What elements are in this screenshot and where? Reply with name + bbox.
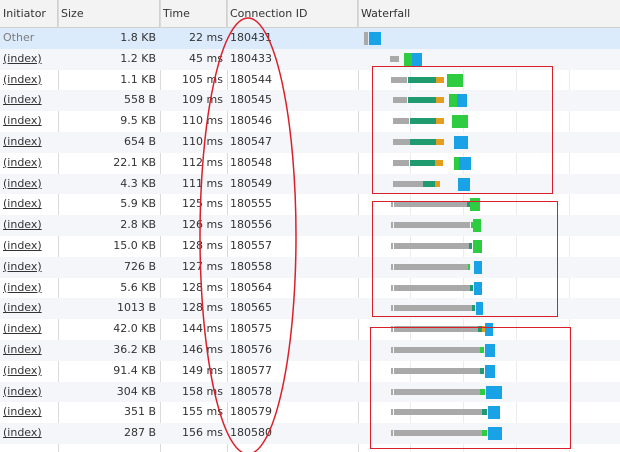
size-cell: 4.3 KB [120, 176, 156, 190]
connection-id-cell: 180558 [230, 259, 272, 273]
initiator-link[interactable]: (index) [0, 298, 58, 319]
initiator-link[interactable]: (index) [0, 361, 58, 382]
size-cell: 9.5 KB [120, 114, 156, 128]
connection-id-cell: 180564 [230, 280, 272, 294]
initiator-link[interactable]: (index) [0, 111, 58, 132]
time-cell: 125 ms [182, 197, 223, 211]
size-cell: 558 B [123, 93, 156, 107]
connection-id-cell: 180547 [230, 134, 272, 148]
initiator-text: Other [3, 31, 35, 44]
time-cell: 22 ms [189, 31, 223, 44]
time-cell: 128 ms [182, 238, 223, 252]
time-cell: 156 ms [182, 426, 223, 440]
time-cell: 127 ms [182, 259, 223, 273]
connection-id-cell: 180549 [230, 176, 272, 190]
size-cell: 36.2 KB [113, 342, 156, 356]
initiator-link[interactable]: (index) [0, 215, 58, 236]
time-cell: 149 ms [182, 363, 223, 377]
waterfall-segment-download [369, 32, 381, 45]
initiator-link[interactable]: (index) [0, 236, 58, 257]
column-header-connection-id[interactable]: Connection ID [227, 0, 358, 27]
size-cell: 5.6 KB [120, 280, 156, 294]
initiator-link[interactable]: (index) [0, 319, 58, 340]
table-header: Initiator Size Time Connection ID Waterf… [0, 0, 620, 28]
size-cell: 91.4 KB [113, 363, 156, 377]
annotation-box-group-1 [372, 66, 553, 194]
initiator-link[interactable]: (index) [0, 257, 58, 278]
size-cell: 5.9 KB [120, 197, 156, 211]
initiator-link[interactable]: (index) [0, 153, 58, 174]
time-cell: 111 ms [182, 176, 223, 190]
time-cell: 155 ms [182, 405, 223, 419]
initiator-link[interactable]: (index) [0, 278, 58, 299]
time-cell: 144 ms [182, 322, 223, 336]
table-row[interactable]: Other 1.8 KB 22 ms 180431 [0, 28, 620, 49]
size-cell: 2.8 KB [120, 218, 156, 232]
time-cell: 126 ms [182, 218, 223, 232]
time-cell: 146 ms [182, 342, 223, 356]
connection-id-cell: 180556 [230, 218, 272, 232]
time-cell: 158 ms [182, 384, 223, 398]
annotation-box-group-3 [370, 327, 571, 449]
time-cell: 105 ms [182, 72, 223, 86]
initiator-link[interactable]: (index) [0, 402, 58, 423]
initiator-link[interactable]: (index) [0, 49, 58, 70]
size-cell: 351 B [123, 405, 156, 419]
column-header-waterfall[interactable]: Waterfall [358, 0, 620, 27]
connection-id-cell: 180555 [230, 197, 272, 211]
size-cell: 304 KB [116, 384, 156, 398]
column-header-time[interactable]: Time [160, 0, 227, 27]
connection-id-cell: 180565 [230, 301, 272, 315]
connection-id-cell: 180575 [230, 322, 272, 336]
connection-id-cell: 180544 [230, 72, 272, 86]
size-cell: 287 B [123, 426, 156, 440]
connection-id-cell: 180557 [230, 238, 272, 252]
initiator-link[interactable]: (index) [0, 423, 58, 444]
connection-id-cell: 180548 [230, 155, 272, 169]
waterfall-segment-download [412, 52, 422, 66]
initiator-link[interactable]: (index) [0, 90, 58, 111]
time-cell: 109 ms [182, 93, 223, 107]
connection-id-cell: 180580 [230, 426, 272, 440]
size-cell: 726 B [123, 259, 156, 273]
size-cell: 654 B [123, 134, 156, 148]
connection-id-cell: 180546 [230, 114, 272, 128]
size-cell: 1.2 KB [120, 51, 156, 65]
initiator-link[interactable]: (index) [0, 382, 58, 403]
size-cell: 22.1 KB [113, 155, 156, 169]
waterfall-segment-stalled [390, 55, 399, 62]
size-cell: 1.1 KB [120, 72, 156, 86]
size-cell: 1.8 KB [120, 31, 156, 44]
time-cell: 128 ms [182, 301, 223, 315]
initiator-link[interactable]: (index) [0, 132, 58, 153]
initiator-link[interactable]: (index) [0, 70, 58, 91]
waterfall-cell[interactable] [358, 28, 620, 49]
size-cell: 42.0 KB [113, 322, 156, 336]
connection-id-cell: 180576 [230, 342, 272, 356]
size-cell: 15.0 KB [113, 238, 156, 252]
column-header-initiator[interactable]: Initiator [0, 0, 58, 27]
waterfall-segment-stalled [364, 32, 368, 45]
connection-id-cell: 180545 [230, 93, 272, 107]
time-cell: 112 ms [182, 155, 223, 169]
time-cell: 110 ms [182, 134, 223, 148]
column-header-size[interactable]: Size [58, 0, 160, 27]
time-cell: 110 ms [182, 114, 223, 128]
connection-id-cell: 180433 [230, 51, 272, 65]
waterfall-segment-waiting_green [404, 52, 412, 66]
connection-id-cell: 180578 [230, 384, 272, 398]
annotation-box-group-2 [372, 201, 558, 317]
initiator-link[interactable]: (index) [0, 340, 58, 361]
size-cell: 1013 B [116, 301, 156, 315]
time-cell: 45 ms [189, 51, 223, 65]
connection-id-cell: 180577 [230, 363, 272, 377]
initiator-link[interactable]: (index) [0, 174, 58, 195]
initiator-link[interactable]: (index) [0, 194, 58, 215]
time-cell: 128 ms [182, 280, 223, 294]
connection-id-cell: 180579 [230, 405, 272, 419]
connection-id-cell: 180431 [230, 31, 272, 44]
